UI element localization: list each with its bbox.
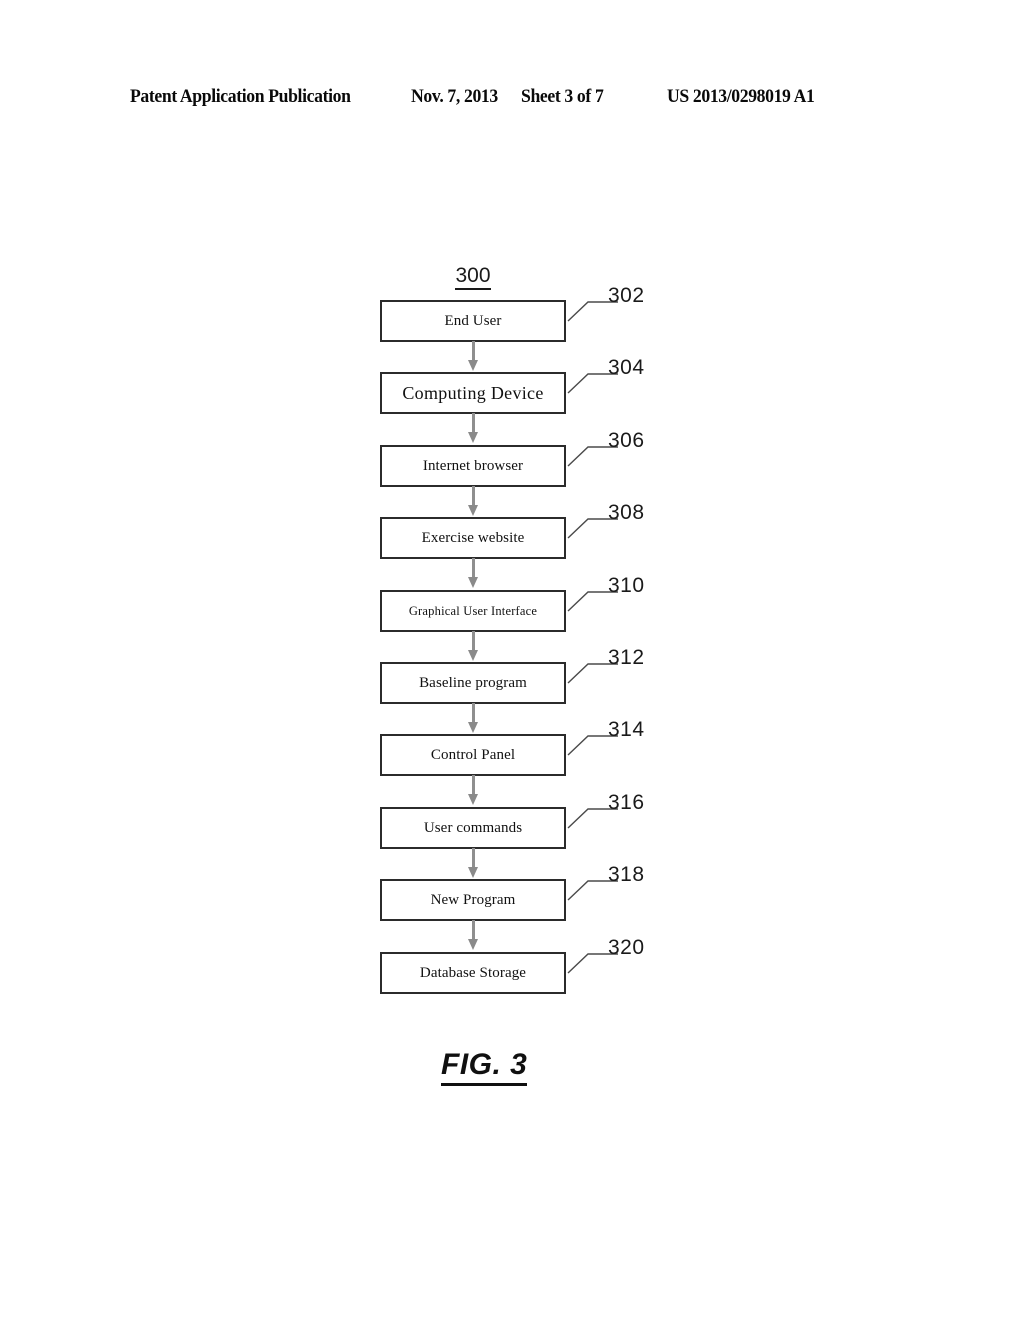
figure-reference-numeral-300-text: 300 <box>455 264 491 290</box>
arrow-head-down-icon <box>468 867 478 878</box>
reference-numeral-306: 306 <box>608 429 645 452</box>
arrow-head-down-icon <box>468 650 478 661</box>
arrow-head-down-icon <box>468 360 478 371</box>
flow-arrow-304-to-306 <box>468 413 479 443</box>
reference-numeral-318: 318 <box>608 863 645 886</box>
reference-numeral-314: 314 <box>608 718 645 741</box>
arrow-shaft <box>472 920 475 941</box>
flow-node-306: Internet browser <box>380 445 566 487</box>
flow-node-302: End User <box>380 300 566 342</box>
flow-node-312: Baseline program <box>380 662 566 704</box>
arrow-shaft <box>472 848 475 869</box>
arrow-head-down-icon <box>468 577 478 588</box>
arrow-shaft <box>472 341 475 362</box>
flow-arrow-308-to-310 <box>468 558 479 588</box>
flow-node-label-320: Database Storage <box>419 964 527 981</box>
flow-arrow-310-to-312 <box>468 631 479 661</box>
flow-arrow-306-to-308 <box>468 486 479 516</box>
arrow-head-down-icon <box>468 722 478 733</box>
figure-caption-text: FIG. 3 <box>441 1048 528 1086</box>
arrow-head-down-icon <box>468 794 478 805</box>
flow-node-304: Computing Device <box>380 372 566 414</box>
flow-arrow-316-to-318 <box>468 848 479 878</box>
flow-node-label-306: Internet browser <box>422 457 524 474</box>
figure-300-flow-diagram: 300 End User 302 Computing Device 304 Intern… <box>0 0 1024 1320</box>
flow-node-label-302: End User <box>444 312 502 329</box>
flow-arrow-314-to-316 <box>468 775 479 805</box>
reference-numeral-320: 320 <box>608 936 645 959</box>
flow-node-label-312: Baseline program <box>419 674 527 691</box>
reference-numeral-316: 316 <box>608 791 645 814</box>
figure-caption: FIG. 3 <box>441 1048 528 1086</box>
arrow-head-down-icon <box>468 505 478 516</box>
flow-arrow-312-to-314 <box>468 703 479 733</box>
flow-node-label-316: User commands <box>423 819 523 836</box>
flow-node-318: New Program <box>380 879 566 921</box>
arrow-shaft <box>472 486 475 507</box>
flow-node-320: Database Storage <box>380 952 566 994</box>
flow-node-label-304: Computing Device <box>402 383 544 403</box>
flow-node-316: User commands <box>380 807 566 849</box>
flow-node-label-308: Exercise website <box>421 529 525 546</box>
flow-node-label-314: Control Panel <box>430 746 516 763</box>
flow-arrow-302-to-304 <box>468 341 479 371</box>
arrow-shaft <box>472 703 475 724</box>
flow-arrow-318-to-320 <box>468 920 479 950</box>
reference-numeral-310: 310 <box>608 574 645 597</box>
reference-numeral-302: 302 <box>608 284 645 307</box>
arrow-shaft <box>472 775 475 796</box>
flow-node-308: Exercise website <box>380 517 566 559</box>
flow-node-310: Graphical User Interface <box>380 590 566 632</box>
arrow-head-down-icon <box>468 939 478 950</box>
arrow-shaft <box>472 413 475 434</box>
flow-node-label-318: New Program <box>430 891 516 908</box>
arrow-head-down-icon <box>468 432 478 443</box>
flow-node-314: Control Panel <box>380 734 566 776</box>
reference-numeral-308: 308 <box>608 501 645 524</box>
flow-node-label-310: Graphical User Interface <box>408 603 538 618</box>
figure-reference-numeral-300: 300 <box>380 264 566 290</box>
arrow-shaft <box>472 631 475 652</box>
arrow-shaft <box>472 558 475 579</box>
reference-numeral-304: 304 <box>608 356 645 379</box>
reference-numeral-312: 312 <box>608 646 645 669</box>
